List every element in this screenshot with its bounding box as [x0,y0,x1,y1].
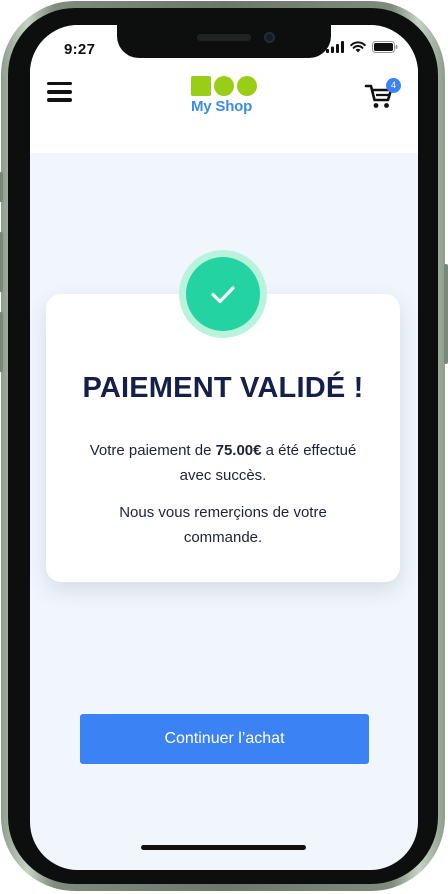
status-time: 9:27 [64,41,96,58]
home-indicator[interactable] [141,845,306,850]
logo-shapes [191,76,257,96]
success-badge [179,250,267,338]
checkmark-icon [211,286,235,304]
notch [117,25,331,58]
hamburger-menu-icon[interactable] [47,82,72,102]
side-button-left-2 [0,232,3,292]
continue-shopping-button[interactable]: Continuer l’achat [80,714,369,764]
speaker [197,34,251,41]
success-circle [186,257,260,331]
payment-message: Votre paiement de 75.00€ a été effectué … [86,438,360,488]
payment-amount: 75.00€ [215,442,262,459]
battery-icon [372,41,398,53]
side-button-left-1 [0,172,3,202]
thanks-message: Nous vous remerçions de votre commande. [119,504,327,546]
app-screen: 9:27 My Shop 4 PAIEMENT VALIDÉ ! Votre p… [30,25,418,870]
payment-message-before: Votre paiement de [89,442,216,459]
side-button-left-3 [0,312,3,372]
front-camera [264,32,275,43]
logo-text: My Shop [191,98,253,115]
cart-count-badge: 4 [386,78,401,93]
side-button-right [444,264,448,364]
wifi-icon [350,41,366,53]
myshop-logo[interactable]: My Shop [191,76,257,121]
confirmation-title: PAIEMENT VALIDÉ ! [82,372,364,404]
status-icons [326,41,398,53]
